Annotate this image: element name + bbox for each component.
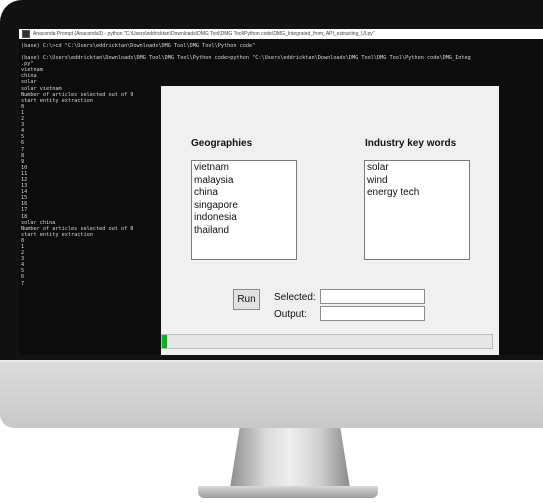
monitor-base [198,486,378,498]
console-line: (base) C:\Users\eddricktan\Downloads\DMG… [21,55,471,62]
list-item[interactable]: energy tech [366,187,469,200]
industry-keywords-label: Industry key words [365,138,457,149]
monitor-screen: Anaconda Prompt (Anaconda3) - python "C:… [19,29,543,355]
run-button[interactable]: Run [233,289,260,310]
output-field[interactable] [320,306,425,321]
geographies-label: Geographies [191,138,253,149]
monitor-stand [230,428,350,488]
tool-dialog: Geographies Industry key words vietnam m… [161,86,499,355]
list-item[interactable]: indonesia [193,212,296,225]
console-titlebar: Anaconda Prompt (Anaconda3) - python "C:… [19,29,543,39]
list-item[interactable]: solar [366,162,469,175]
list-item[interactable]: vietnam [193,162,296,175]
console-title: Anaconda Prompt (Anaconda3) - python "C:… [33,31,375,37]
industry-keywords-listbox[interactable]: solar wind energy tech [364,160,470,260]
terminal-icon [22,30,30,38]
progress-fill [162,335,167,348]
output-label: Output: [274,309,307,320]
list-item[interactable]: thailand [193,225,296,238]
selected-field[interactable] [320,289,425,304]
geographies-listbox[interactable]: vietnam malaysia china singapore indones… [191,160,297,260]
monitor-chin [0,360,543,428]
list-item[interactable]: china [193,187,296,200]
list-item[interactable]: wind [366,175,469,188]
list-item[interactable]: singapore [193,200,296,213]
list-item[interactable]: malaysia [193,175,296,188]
selected-label: Selected: [274,292,316,303]
progress-bar [161,334,493,349]
